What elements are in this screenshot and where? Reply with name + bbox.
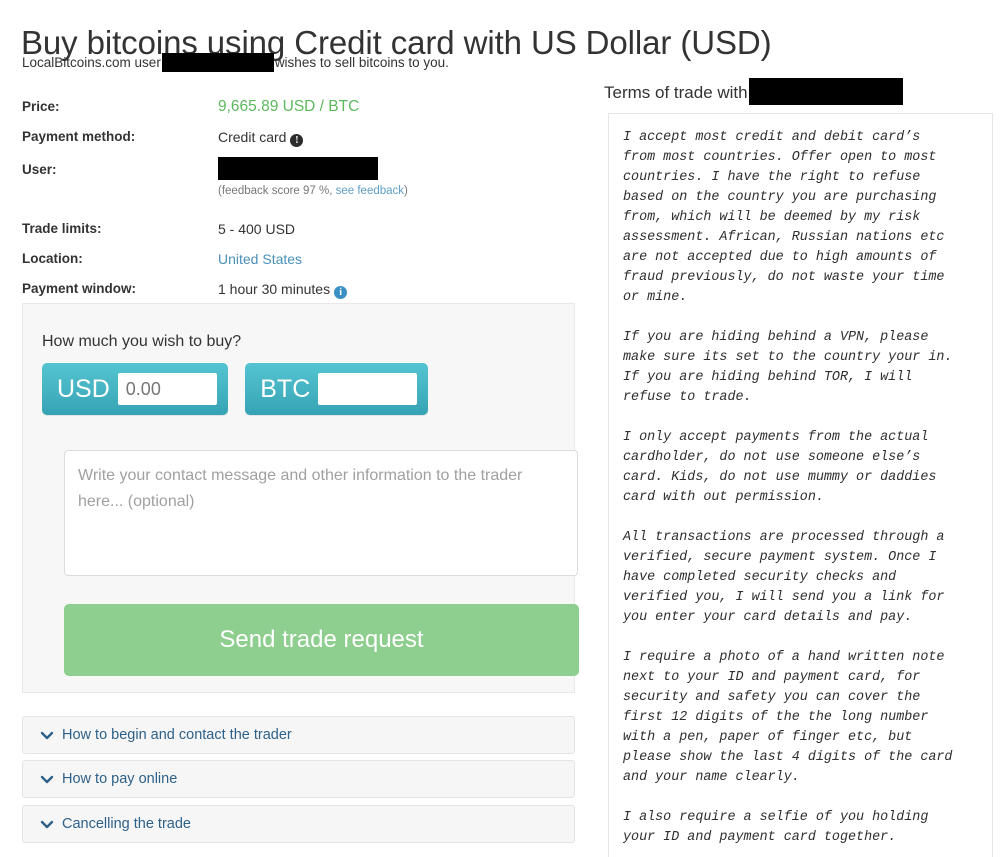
terms-paragraph: I only accept payments from the actual c…	[623, 430, 937, 505]
amount-inputs: USD BTC	[42, 363, 429, 415]
terms-of-trade-box: I accept most credit and debit card’s fr…	[608, 113, 993, 857]
info-icon[interactable]: i	[334, 286, 348, 299]
accordion-label: How to begin and contact the trader	[62, 727, 292, 743]
payment-window-text: 1 hour 30 minutes	[218, 281, 331, 297]
detail-row-user: User: (feedback score 97 %, see feedback…	[22, 152, 582, 214]
chevron-down-icon	[40, 817, 54, 831]
accordion-label: Cancelling the trade	[62, 816, 191, 832]
usd-currency-label: USD	[57, 375, 110, 403]
terms-header: Terms of trade with	[604, 78, 903, 107]
location-label: Location:	[22, 251, 83, 266]
btc-currency-label: BTC	[260, 375, 311, 403]
buy-form-heading: How much you wish to buy?	[42, 333, 242, 350]
user-value: (feedback score 97 %, see feedback)	[218, 152, 408, 198]
payment-method-value: Credit card!	[218, 122, 304, 152]
subtitle: LocalBitcoins.com user wishes to sell bit…	[22, 53, 449, 73]
accordion-how-to-pay-online[interactable]: How to pay online	[22, 760, 575, 798]
feedback-score: (feedback score 97 %, see feedback)	[218, 184, 408, 198]
accordion-label: How to pay online	[62, 771, 178, 787]
terms-paragraph: I accept most credit and debit card’s fr…	[623, 130, 945, 305]
redacted-username-inline	[161, 53, 274, 72]
trade-limits-label: Trade limits:	[22, 221, 102, 236]
redacted-username	[218, 157, 378, 180]
accordion-cancelling-the-trade[interactable]: Cancelling the trade	[22, 805, 575, 843]
info-icon[interactable]: !	[290, 134, 304, 147]
price-value: 9,665.89 USD / BTC	[218, 98, 360, 115]
accordion-how-to-begin[interactable]: How to begin and contact the trader	[22, 716, 575, 754]
payment-window-value: 1 hour 30 minutes i	[218, 274, 348, 304]
trade-details: Price: 9,665.89 USD / BTC Payment method…	[22, 92, 582, 304]
detail-row-location: Location: United States	[22, 244, 582, 274]
user-label: User:	[22, 162, 57, 177]
payment-method-text: Credit card	[218, 129, 287, 145]
usd-amount-input[interactable]	[117, 373, 217, 405]
detail-row-trade-limits: Trade limits: 5 - 400 USD	[22, 214, 582, 244]
payment-window-label: Payment window:	[22, 281, 137, 296]
terms-paragraph: I require a photo of a hand written note…	[623, 650, 953, 785]
redacted-trader-name	[748, 78, 903, 105]
chevron-down-icon	[40, 772, 54, 786]
location-link[interactable]: United States	[218, 251, 302, 267]
trade-page: Buy bitcoins using Credit card with US D…	[0, 0, 1001, 857]
price-label: Price:	[22, 99, 60, 114]
contact-message-input[interactable]	[64, 450, 578, 576]
trade-limits-value: 5 - 400 USD	[218, 221, 296, 237]
detail-row-price: Price: 9,665.89 USD / BTC	[22, 92, 582, 122]
usd-amount-group: USD	[42, 363, 228, 415]
terms-paragraph: If you are hiding behind a VPN, please m…	[623, 330, 953, 405]
terms-paragraph: I also require a selfie of you holding y…	[623, 810, 929, 845]
detail-row-payment-method: Payment method: Credit card!	[22, 122, 582, 152]
send-trade-request-button[interactable]: Send trade request	[64, 604, 579, 676]
terms-header-text: Terms of trade with	[604, 82, 748, 102]
btc-amount-input[interactable]	[318, 373, 418, 405]
payment-method-label: Payment method:	[22, 129, 136, 144]
feedback-suffix: )	[404, 185, 408, 197]
subtitle-suffix: wishes to sell bitcoins to you.	[274, 55, 449, 71]
btc-amount-group: BTC	[245, 363, 429, 415]
see-feedback-link[interactable]: see feedback	[336, 185, 404, 197]
terms-paragraph: All transactions are processed through a…	[623, 530, 945, 625]
subtitle-prefix: LocalBitcoins.com user	[22, 55, 161, 71]
location-value: United States	[218, 244, 302, 274]
feedback-prefix: (feedback score 97 %,	[218, 185, 336, 197]
buy-form-panel: How much you wish to buy? USD BTC Send t…	[22, 303, 579, 693]
chevron-down-icon	[40, 728, 54, 742]
detail-row-payment-window: Payment window: 1 hour 30 minutes i	[22, 274, 582, 304]
